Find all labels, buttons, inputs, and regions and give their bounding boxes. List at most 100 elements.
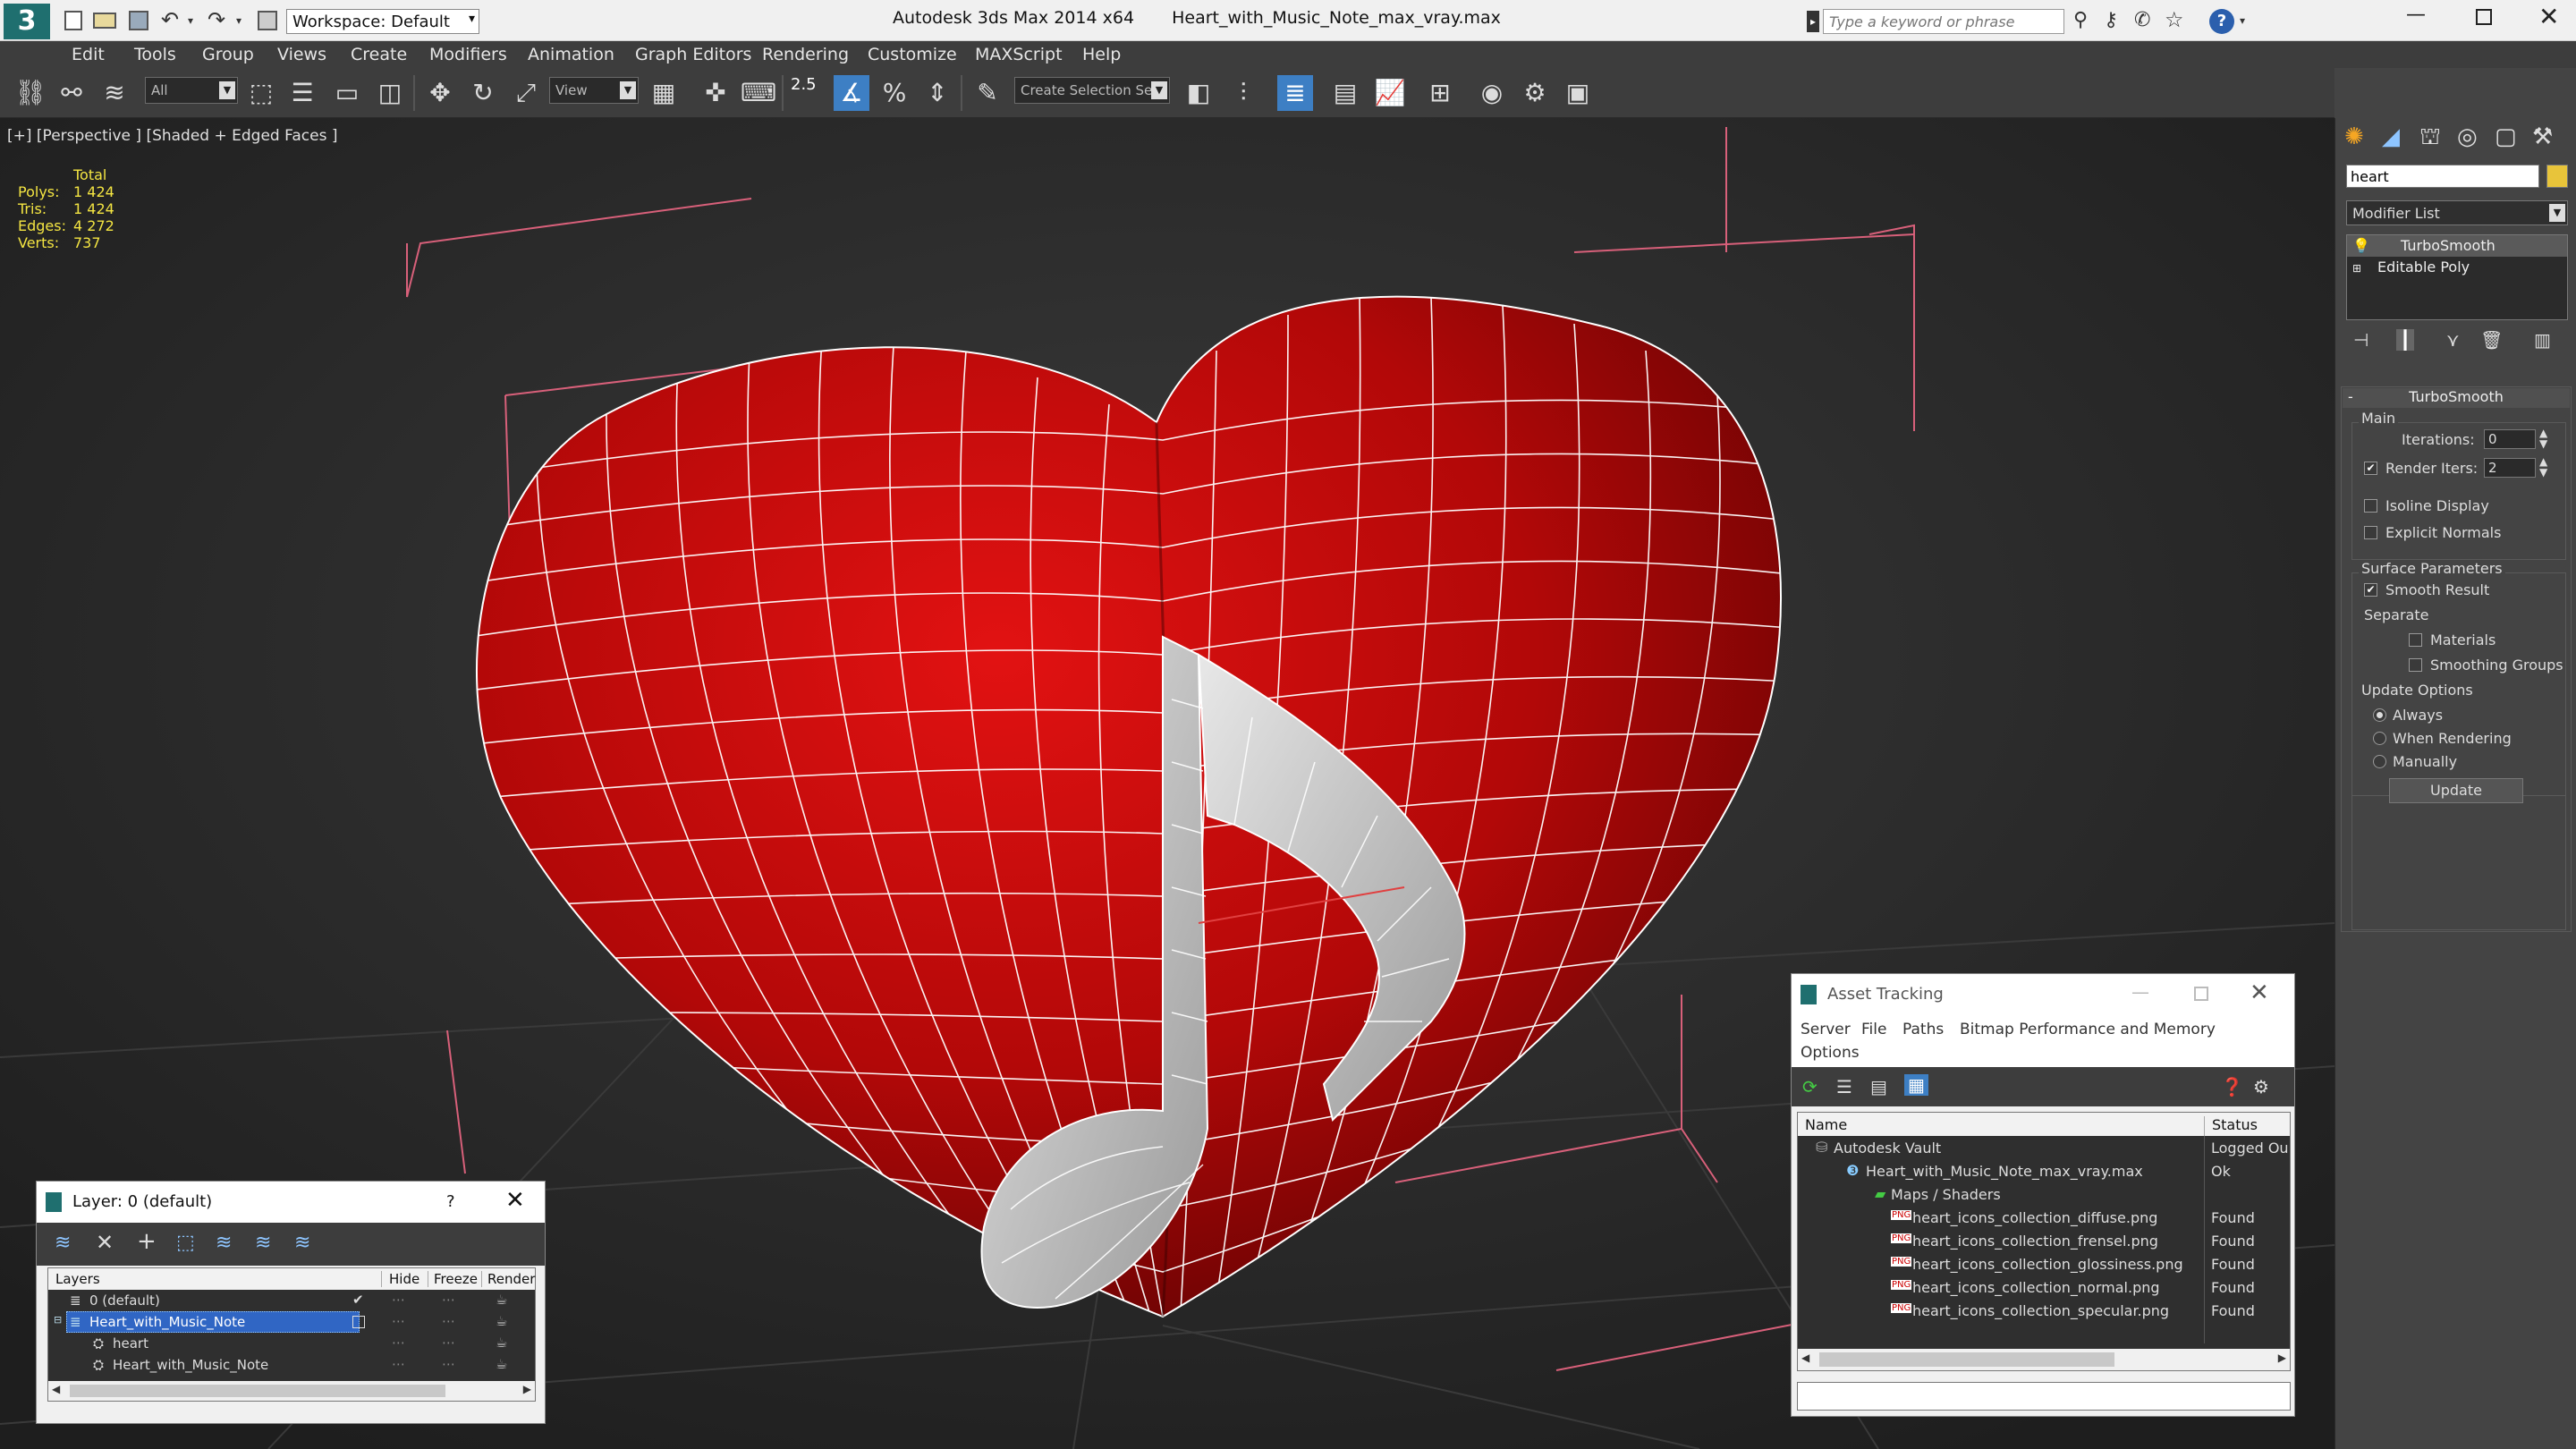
active-checkbox[interactable] [352, 1316, 365, 1328]
materials-checkbox[interactable] [2409, 633, 2422, 647]
asset-path-field[interactable] [1797, 1382, 2291, 1411]
snaps-toggle[interactable]: 2.5 [791, 75, 826, 111]
percent-snap-icon[interactable]: % [877, 75, 912, 111]
minimize-button[interactable]: — [2406, 4, 2426, 26]
graphite-ribbon-icon[interactable]: ▤ [1327, 75, 1363, 111]
configure-sets-icon[interactable]: ▥ [2534, 329, 2551, 351]
freeze-toggle[interactable]: ⋯ [442, 1313, 455, 1329]
hide-all-icon[interactable]: ≋ [255, 1232, 271, 1254]
viewport-label[interactable]: [+] [Perspective ] [Shaded + Edged Faces… [7, 127, 337, 145]
column-render[interactable]: Render [481, 1271, 535, 1287]
create-layer-icon[interactable]: ≋ [55, 1232, 71, 1254]
table-row[interactable]: PNG heart_icons_collection_diffuse.png F… [1798, 1206, 2290, 1229]
hide-toggle[interactable]: ⋯ [392, 1335, 405, 1351]
isoline-display-checkbox[interactable] [2364, 499, 2377, 513]
stack-item-editable-poly[interactable]: ⊞ Editable Poly [2347, 257, 2567, 278]
open-file-icon[interactable] [93, 13, 116, 29]
render-toggle-icon[interactable]: ☕ [496, 1313, 507, 1329]
minimize-button[interactable]: — [2131, 981, 2149, 1003]
app-logo[interactable]: 3 [4, 4, 50, 39]
reference-coordinate-dropdown[interactable]: View ▼ [549, 77, 639, 104]
rollout-header[interactable]: - TurboSmooth [2343, 388, 2570, 408]
table-row[interactable]: ⛭ heart ⋯ ⋯ ☕ [48, 1333, 535, 1354]
update-when-rendering-radio[interactable] [2373, 732, 2386, 745]
help-icon[interactable]: ? [2209, 9, 2234, 34]
select-in-layer-icon[interactable]: ⬚ [176, 1232, 195, 1254]
named-selection-dropdown[interactable]: Create Selection Se ▼ [1014, 77, 1170, 104]
search-input[interactable] [1823, 9, 2064, 34]
redo-dropdown-icon[interactable]: ▾ [236, 14, 242, 27]
table-row[interactable]: ⛁ Autodesk Vault Logged Ou [1798, 1136, 2290, 1159]
freeze-all-icon[interactable]: ≋ [294, 1232, 310, 1254]
new-file-icon[interactable] [64, 11, 82, 30]
redo-icon[interactable]: ↷ [208, 7, 225, 32]
render-toggle-icon[interactable]: ☕ [496, 1335, 507, 1351]
layer-window-help[interactable]: ? [446, 1192, 455, 1211]
table-view-icon[interactable]: ▦ [1904, 1074, 1928, 1096]
modify-tab-icon[interactable]: ◢ [2382, 123, 2400, 150]
rect-selection-region-icon[interactable]: ▭ [329, 75, 365, 111]
workspace-dropdown[interactable]: Workspace: Default ▾ [286, 9, 479, 34]
render-toggle-icon[interactable]: ☕ [496, 1292, 507, 1308]
project-folder-icon[interactable] [258, 11, 277, 30]
communication-icon[interactable]: ✆ [2134, 9, 2150, 31]
add-to-layer-icon[interactable]: + [137, 1228, 157, 1255]
key-icon[interactable]: ⚷ [2104, 9, 2118, 31]
render-toggle-icon[interactable]: ☕ [496, 1356, 507, 1372]
smoothing-groups-checkbox[interactable] [2409, 658, 2422, 672]
layer-window-titlebar[interactable]: Layer: 0 (default) ? ✕ [37, 1182, 545, 1223]
table-row[interactable]: PNG heart_icons_collection_normal.png Fo… [1798, 1275, 2290, 1299]
help-dropdown-icon[interactable]: ▾ [2240, 14, 2245, 27]
scale-icon[interactable]: ⤢ [508, 75, 544, 111]
asset-window-titlebar[interactable]: Asset Tracking — ✕ [1792, 974, 2294, 1015]
motion-tab-icon[interactable]: ◎ [2457, 123, 2478, 150]
curve-editor-icon[interactable]: 📈 [1372, 75, 1408, 111]
asset-menu-server[interactable]: Server [1801, 1021, 1851, 1038]
save-file-icon[interactable] [129, 11, 148, 30]
lightbulb-icon[interactable]: 💡 [2352, 237, 2376, 254]
table-row[interactable]: PNG heart_icons_collection_specular.png … [1798, 1299, 2290, 1322]
display-tab-icon[interactable]: ▢ [2495, 123, 2517, 150]
list-view-icon[interactable]: ☰ [1836, 1076, 1852, 1097]
spinner-arrows-icon[interactable]: ▲ ▼ [2539, 456, 2547, 478]
column-freeze[interactable]: Freeze [428, 1271, 478, 1287]
freeze-toggle[interactable]: ⋯ [442, 1292, 455, 1308]
render-iters-spinner[interactable] [2484, 458, 2536, 478]
undo-dropdown-icon[interactable]: ▾ [188, 14, 193, 27]
update-manually-radio[interactable] [2373, 755, 2386, 768]
table-row[interactable]: ⛭ Heart_with_Music_Note ⋯ ⋯ ☕ [48, 1354, 535, 1376]
move-icon[interactable]: ✥ [422, 75, 458, 111]
menu-maxscript[interactable]: MAXScript [975, 45, 1063, 64]
table-row[interactable]: PNG heart_icons_collection_frensel.png F… [1798, 1229, 2290, 1252]
mirror-icon[interactable]: ◧ [1181, 75, 1216, 111]
menu-help[interactable]: Help [1082, 45, 1121, 64]
iterations-spinner[interactable] [2484, 429, 2536, 449]
column-hide[interactable]: Hide [381, 1271, 419, 1287]
explicit-normals-checkbox[interactable] [2364, 526, 2377, 539]
menu-rendering[interactable]: Rendering [762, 45, 849, 64]
menu-modifiers[interactable]: Modifiers [429, 45, 507, 64]
pivot-center-icon[interactable]: ▦ [646, 75, 682, 111]
freeze-toggle[interactable]: ⋯ [442, 1335, 455, 1351]
undo-icon[interactable]: ↶ [161, 7, 179, 32]
column-status[interactable]: Status [2204, 1116, 2258, 1136]
select-object-icon[interactable]: ⬚ [243, 75, 279, 111]
highlight-selected-icon[interactable]: ≋ [216, 1232, 232, 1254]
schematic-view-icon[interactable]: ⊞ [1422, 75, 1458, 111]
close-button[interactable]: ✕ [2538, 2, 2559, 31]
stack-item-turbosmooth[interactable]: 💡 TurboSmooth [2347, 235, 2567, 257]
binoculars-icon[interactable]: ⚲ [2073, 9, 2088, 31]
favorites-star-icon[interactable]: ☆ [2165, 7, 2184, 32]
utilities-tab-icon[interactable]: ⚒ [2532, 123, 2553, 150]
expand-icon[interactable]: ⊞ [2352, 262, 2368, 275]
menu-customize[interactable]: Customize [868, 45, 957, 64]
edit-named-selection-icon[interactable]: ✎ [970, 75, 1005, 111]
menu-edit[interactable]: Edit [72, 45, 105, 64]
menu-group[interactable]: Group [202, 45, 254, 64]
bind-space-warp-icon[interactable]: ≋ [97, 75, 132, 111]
angle-snap-icon[interactable]: ∡ [834, 75, 869, 111]
table-row[interactable]: ▰ Maps / Shaders [1798, 1182, 2290, 1206]
close-icon[interactable]: ✕ [505, 1187, 525, 1214]
table-row[interactable]: PNG heart_icons_collection_glossiness.pn… [1798, 1252, 2290, 1275]
column-name[interactable]: Name [1805, 1116, 1847, 1133]
